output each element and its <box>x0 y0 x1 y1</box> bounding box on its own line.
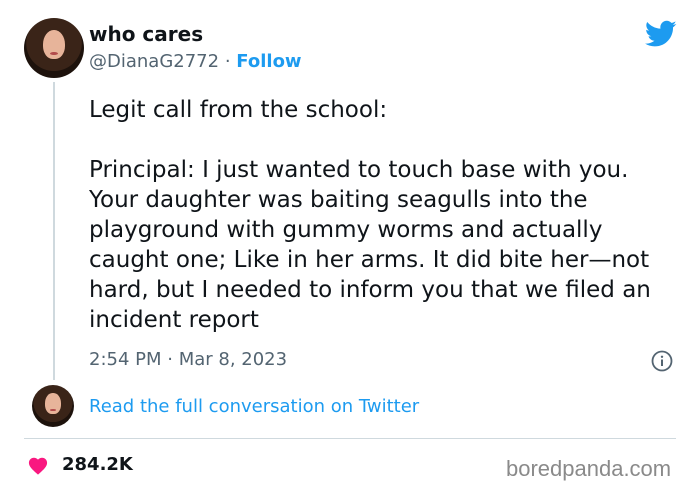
handle-separator: · <box>224 51 231 72</box>
divider <box>24 438 676 439</box>
author-avatar[interactable] <box>24 18 84 78</box>
info-icon[interactable] <box>651 350 673 372</box>
watermark: boredpanda.com <box>506 456 672 481</box>
thread-line <box>53 82 55 380</box>
like-count: 284.2K <box>62 454 133 475</box>
handle-row: @DianaG2772 · Follow <box>89 51 302 72</box>
avatar-lips <box>50 408 56 411</box>
reply-avatar <box>32 385 74 427</box>
read-full-conversation-link[interactable]: Read the full conversation on Twitter <box>89 396 419 417</box>
tweet-timestamp[interactable]: 2:54 PM · Mar 8, 2023 <box>89 349 287 370</box>
heart-icon[interactable] <box>27 455 49 475</box>
avatar-lips <box>50 51 58 55</box>
follow-button[interactable]: Follow <box>236 51 301 72</box>
author-name[interactable]: who cares <box>89 22 203 46</box>
twitter-bird-icon[interactable] <box>645 20 677 48</box>
author-handle[interactable]: @DianaG2772 <box>89 51 219 72</box>
tweet-text: Legit call from the school: Principal: I… <box>89 97 651 333</box>
